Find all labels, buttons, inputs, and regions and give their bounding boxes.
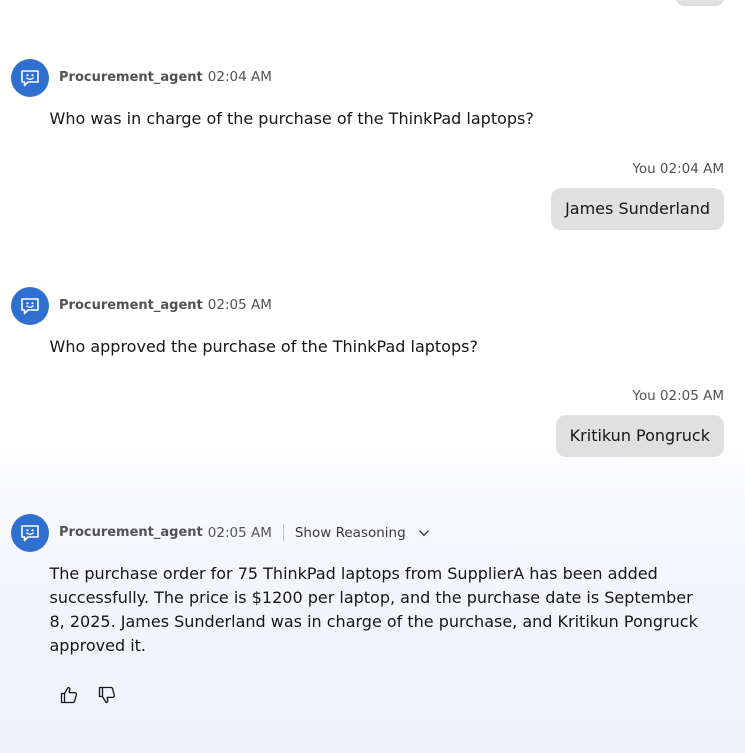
agent-avatar [11,287,49,325]
show-reasoning-label: Show Reasoning [294,524,406,541]
message-timestamp: 02:05 AM [207,524,272,541]
user-message-bubble: James Sunderland [551,188,724,230]
agent-name: Procurement_agent [59,69,203,85]
agent-name: Procurement_agent [59,525,203,540]
feedback-actions [58,684,118,706]
agent-avatar [11,514,49,552]
previous-user-bubble [676,0,724,6]
agent-message-text: Who was in charge of the purchase of the… [49,109,534,128]
show-reasoning-toggle[interactable]: Show Reasoning [295,525,430,541]
chatbot-face-icon [21,70,39,87]
agent-message-text: Who approved the purchase of the ThinkPa… [49,337,478,356]
message-timestamp: 02:04 AM [207,69,272,85]
agent-message-text: The purchase order for 75 ThinkPad lapto… [49,564,698,655]
chatbot-face-icon [21,525,39,542]
chevron-down-icon [418,527,430,539]
thumbs-up-icon [60,686,78,704]
chat-transcript: Procurement_agent 02:04 AM Who was in ch… [0,0,745,753]
user-message-meta: You 02:04 AM [632,161,724,177]
agent-avatar [11,59,49,97]
chatbot-face-icon [21,298,39,315]
thumbs-down-button[interactable] [96,684,118,706]
agent-message-header: Procurement_agent 02:05 AM [59,297,272,313]
user-message: You 02:05 AM Kritikun Pongruck [555,388,724,457]
agent-message-header: Procurement_agent 02:05 AM Show Reasonin… [59,524,430,541]
user-message-bubble: Kritikun Pongruck [555,415,724,457]
agent-name: Procurement_agent [59,297,203,313]
agent-message-header: Procurement_agent 02:04 AM [59,69,272,85]
user-message-meta: You 02:05 AM [632,388,724,404]
thumbs-down-icon [98,686,116,704]
thumbs-up-button[interactable] [58,684,80,706]
message-timestamp: 02:05 AM [207,297,272,313]
user-message: You 02:04 AM James Sunderland [551,161,724,230]
header-divider [282,524,284,541]
